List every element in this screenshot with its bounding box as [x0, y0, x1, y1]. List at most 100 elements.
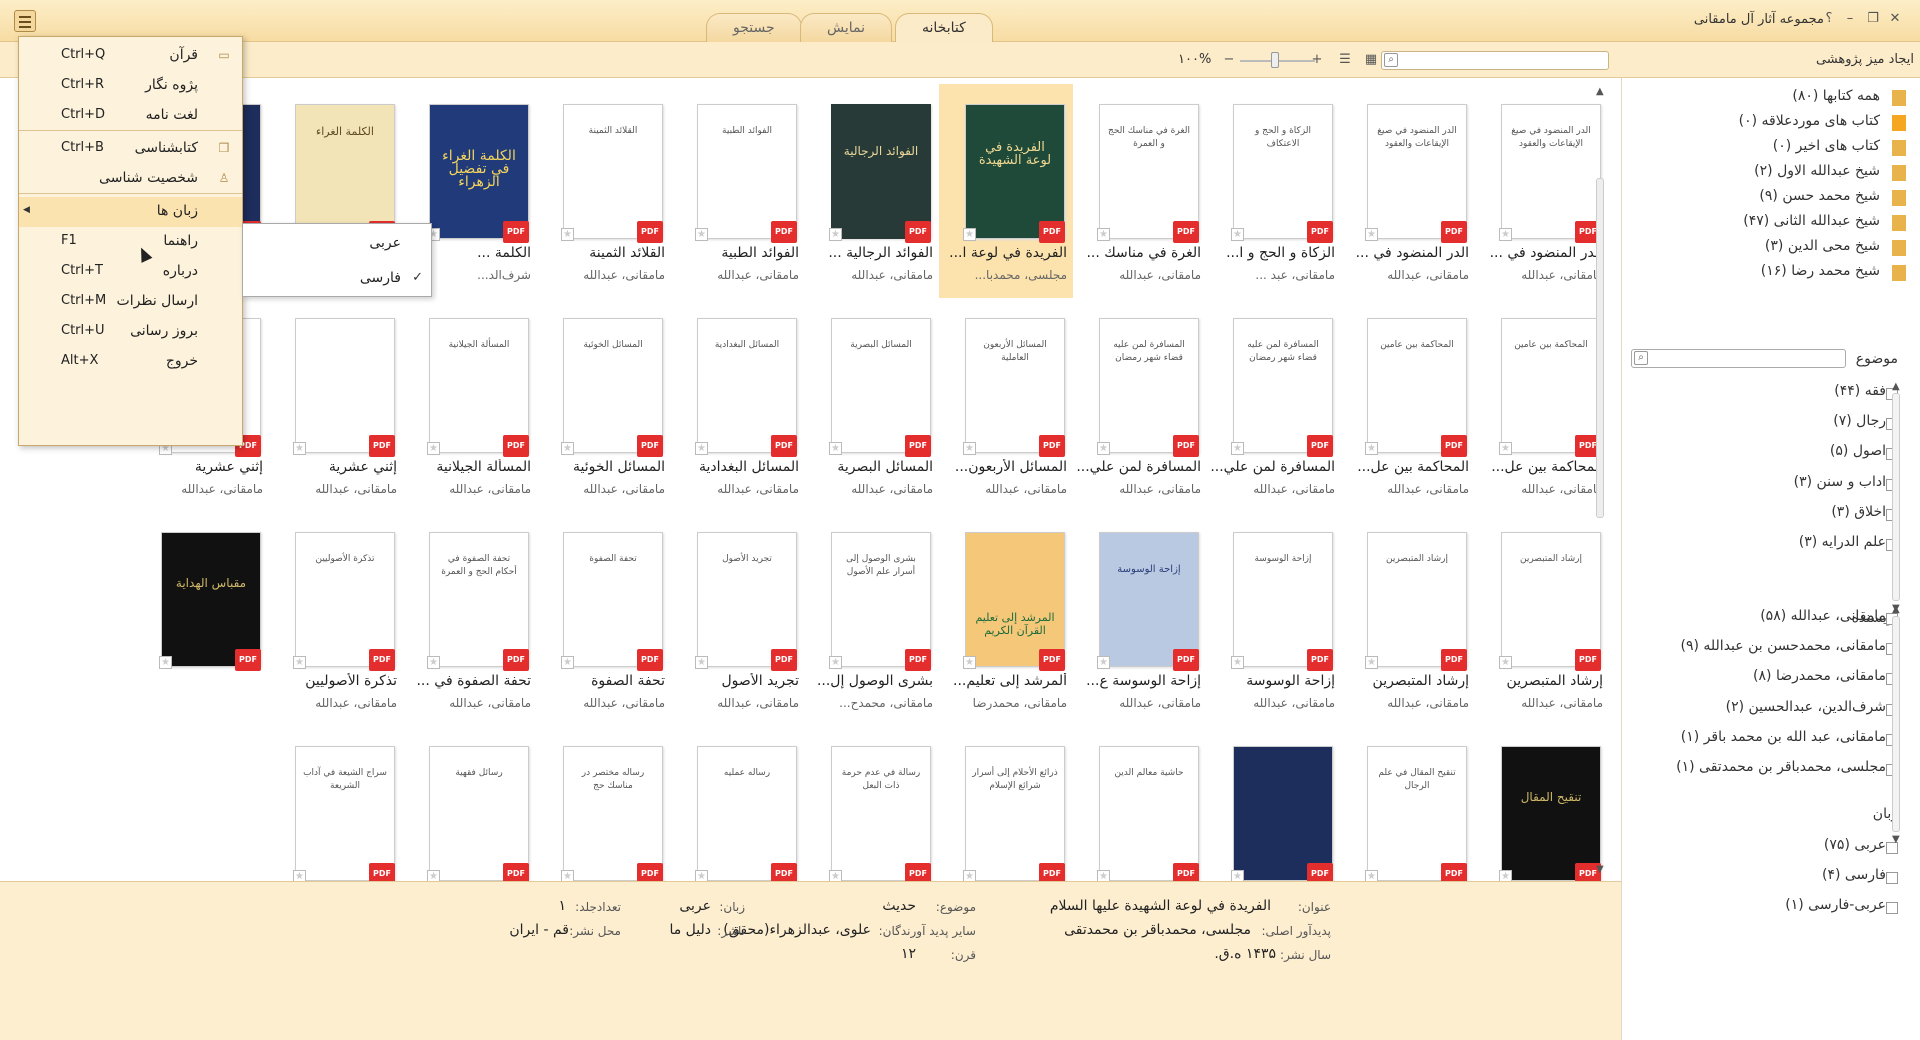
- language-option[interactable]: عربی: [243, 227, 431, 261]
- book-card[interactable]: المحاكمة بين عامين PDF ★ المحاكمة بين عل...…: [1475, 298, 1609, 512]
- language-filter-item[interactable]: عربی-فارسی (۱): [1785, 897, 1886, 919]
- search-icon[interactable]: ⌕: [1384, 53, 1398, 67]
- favorite-star-icon[interactable]: ★: [695, 228, 708, 241]
- favorite-star-icon[interactable]: ★: [829, 228, 842, 241]
- sidebar-library-item[interactable]: شیخ عبدالله الثانی (۴۷): [1743, 213, 1880, 233]
- book-card[interactable]: القلائد الثمينة PDF ★ القلائد الثمينة مامقان…: [537, 84, 671, 298]
- book-cover[interactable]: المسافرة لمن عليه قضاء شهر رمضان: [1099, 318, 1199, 453]
- book-cover[interactable]: رسائل فقهية: [429, 746, 529, 881]
- favorite-star-icon[interactable]: ★: [427, 442, 440, 455]
- book-cover[interactable]: تحفة الصفوة: [563, 532, 663, 667]
- book-card[interactable]: إرشاد المتبصرين PDF ★ إرشاد المتبصرين مامقان…: [1341, 512, 1475, 726]
- language-filter-item-checkbox[interactable]: [1886, 872, 1898, 885]
- book-card[interactable]: الفريدة في لوعة الشهيدة PDF ★ الفريدة في لو…: [939, 84, 1073, 298]
- favorite-star-icon[interactable]: ★: [1499, 228, 1512, 241]
- book-cover[interactable]: [1233, 746, 1333, 881]
- sidebar-library-item[interactable]: کتاب های اخیر (۰): [1773, 138, 1880, 158]
- menu-item[interactable]: کتابشناسی Ctrl+B ❒: [19, 134, 242, 164]
- book-cover[interactable]: المرشد إلى تعليم القرآن الكريم: [965, 532, 1065, 667]
- language-filter-item[interactable]: عربی (۷۵): [1824, 837, 1886, 859]
- menu-item[interactable]: لغت نامه Ctrl+D: [19, 101, 242, 131]
- book-cover[interactable]: إزاحة الوسوسة: [1099, 532, 1199, 667]
- book-cover[interactable]: تحفة الصفوة في أحكام الحج و العمرة: [429, 532, 529, 667]
- language-filter-item[interactable]: فارسی (۴): [1822, 867, 1886, 889]
- book-card[interactable]: المسائل البصرية PDF ★ المسائل البصرية مامقان…: [805, 298, 939, 512]
- book-card[interactable]: تحفة الصفوة في أحكام الحج و العمرة PDF ★ تح…: [403, 512, 537, 726]
- menu-item[interactable]: پژوه نگار Ctrl+R: [19, 71, 242, 101]
- sidebar-scrollbar[interactable]: [1892, 616, 1900, 832]
- menu-item[interactable]: راهنما F1: [19, 227, 242, 257]
- favorite-star-icon[interactable]: ★: [1499, 870, 1512, 881]
- favorite-star-icon[interactable]: ★: [1231, 656, 1244, 669]
- favorite-star-icon[interactable]: ★: [963, 228, 976, 241]
- book-card[interactable]: PDF ★: [1207, 726, 1341, 881]
- book-card[interactable]: رسائل فقهية PDF ★: [403, 726, 537, 881]
- favorite-star-icon[interactable]: ★: [1097, 228, 1110, 241]
- book-card[interactable]: تجريد الأصول PDF ★ تجريد الأصول مامقانی، عبد…: [671, 512, 805, 726]
- favorite-star-icon[interactable]: ★: [293, 656, 306, 669]
- book-cover[interactable]: المسائل الخوئية: [563, 318, 663, 453]
- book-cover[interactable]: رساله مختصر در مناسك حج: [563, 746, 663, 881]
- book-card[interactable]: سراج الشيعة في آداب الشريعة PDF ★: [269, 726, 403, 881]
- favorite-star-icon[interactable]: ★: [829, 870, 842, 881]
- scroll-up-icon[interactable]: ▲: [1892, 381, 1900, 392]
- book-cover[interactable]: سراج الشيعة في آداب الشريعة: [295, 746, 395, 881]
- book-card[interactable]: بشرى الوصول إلى أسرار علم الأصول PDF ★ بشرى…: [805, 512, 939, 726]
- book-cover[interactable]: حاشية معالم الدين: [1099, 746, 1199, 881]
- help-button[interactable]: ؟: [1820, 10, 1838, 28]
- sidebar-library-item[interactable]: همه کتابها (۸۰): [1792, 88, 1880, 108]
- sidebar-library-item[interactable]: شیخ محی الدین (۳): [1765, 238, 1880, 258]
- favorite-star-icon[interactable]: ★: [561, 870, 574, 881]
- favorite-star-icon[interactable]: ★: [829, 656, 842, 669]
- book-card[interactable]: الدر المنضود في صيغ الإيقاعات والعقود PDF…: [1341, 84, 1475, 298]
- book-card[interactable]: الزكاة و الحج و الاعتكاف PDF ★ الزكاة و الح…: [1207, 84, 1341, 298]
- book-card[interactable]: مقباس الهداية PDF ★: [135, 512, 269, 726]
- favorite-star-icon[interactable]: ★: [293, 870, 306, 881]
- favorite-star-icon[interactable]: ★: [293, 442, 306, 455]
- topic-filter-item[interactable]: اداب و سنن (۳): [1794, 474, 1886, 496]
- author-filter-item[interactable]: شرف‌الدین، عبدالحسین (۲): [1726, 699, 1886, 721]
- favorite-star-icon[interactable]: ★: [963, 656, 976, 669]
- book-cover[interactable]: إرشاد المتبصرين: [1501, 532, 1601, 667]
- favorite-star-icon[interactable]: ★: [1231, 870, 1244, 881]
- zoom-out-button[interactable]: −: [1220, 51, 1238, 69]
- book-card[interactable]: إزاحة الوسوسة PDF ★ إزاحة الوسوسة ع... مامقا…: [1073, 512, 1207, 726]
- menu-item[interactable]: درباره Ctrl+T: [19, 257, 242, 287]
- grid-view-icon[interactable]: ▦: [1362, 51, 1380, 69]
- book-cover[interactable]: الزكاة و الحج و الاعتكاف: [1233, 104, 1333, 239]
- tab-search[interactable]: جستجو: [706, 13, 802, 42]
- sidebar-library-item[interactable]: کتاب های موردعلاقه (۰): [1739, 113, 1880, 133]
- library-search-input[interactable]: ⌕: [1381, 51, 1609, 70]
- book-card[interactable]: رساله مختصر در مناسك حج PDF ★: [537, 726, 671, 881]
- book-card[interactable]: رساله عمليه PDF ★: [671, 726, 805, 881]
- grid-scrollbar[interactable]: [1596, 178, 1604, 518]
- favorite-star-icon[interactable]: ★: [695, 442, 708, 455]
- tab-view[interactable]: نمایش: [800, 13, 893, 42]
- book-card[interactable]: تنقيح المقال PDF ★: [1475, 726, 1609, 881]
- book-cover[interactable]: رسالة في عدم حرمة ذات البعل: [831, 746, 931, 881]
- topic-filter-input[interactable]: ⌕: [1631, 349, 1846, 368]
- topic-filter-item[interactable]: رجال (۷): [1833, 413, 1886, 435]
- author-filter-item[interactable]: مامقانی، محمدحسن بن عبدالله (۹): [1680, 638, 1886, 660]
- book-cover[interactable]: رساله عمليه: [697, 746, 797, 881]
- favorite-star-icon[interactable]: ★: [695, 870, 708, 881]
- list-view-icon[interactable]: ☰: [1336, 51, 1354, 69]
- book-cover[interactable]: تنقيح المقال: [1501, 746, 1601, 881]
- book-card[interactable]: رسالة في عدم حرمة ذات البعل PDF ★: [805, 726, 939, 881]
- favorite-star-icon[interactable]: ★: [1365, 870, 1378, 881]
- book-card[interactable]: المسائل الخوئية PDF ★ المسائل الخوئية مامقان…: [537, 298, 671, 512]
- book-card[interactable]: ذرائع الأحلام إلى أسرار شرائع الإسلام PDF…: [939, 726, 1073, 881]
- book-cover[interactable]: إزاحة الوسوسة: [1233, 532, 1333, 667]
- create-research-desk-button[interactable]: ایجاد میز پژوهشی: [1760, 48, 1920, 72]
- book-card[interactable]: المحاكمة بين عامين PDF ★ المحاكمة بين عل...…: [1341, 298, 1475, 512]
- sidebar-library-item[interactable]: شیخ محمد حسن (۹): [1759, 188, 1880, 208]
- menu-item[interactable]: شخصیت شناسی ♙: [19, 164, 242, 194]
- book-cover[interactable]: تنقيح المقال في علم الرجال: [1367, 746, 1467, 881]
- book-cover[interactable]: [295, 318, 395, 453]
- menu-item[interactable]: خروج Alt+X: [19, 347, 242, 377]
- book-cover[interactable]: المسائل البغدادية: [697, 318, 797, 453]
- book-cover[interactable]: المحاكمة بين عامين: [1501, 318, 1601, 453]
- book-cover[interactable]: الدر المنضود في صيغ الإيقاعات والعقود: [1367, 104, 1467, 239]
- sidebar-scrollbar[interactable]: [1892, 393, 1900, 601]
- book-cover[interactable]: القلائد الثمينة: [563, 104, 663, 239]
